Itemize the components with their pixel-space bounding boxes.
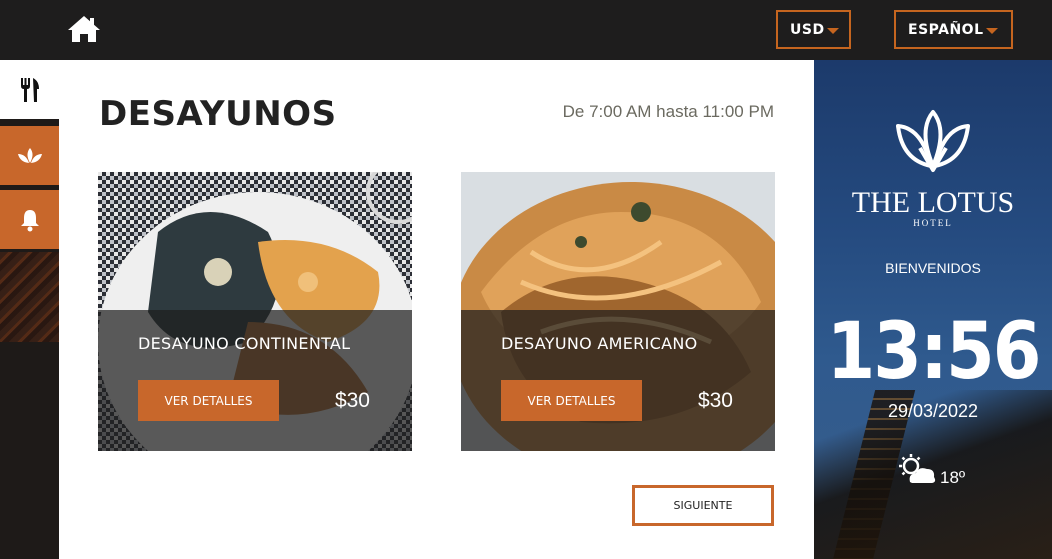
hotel-name: THE LOTUS — [851, 186, 1015, 219]
chevron-down-icon — [985, 28, 998, 34]
home-icon[interactable] — [66, 14, 102, 44]
sidebar — [0, 60, 59, 559]
main-panel: DESAYUNOS De 7:00 AM hasta 11:00 PM DESA… — [59, 60, 814, 559]
welcome-text: BIENVENIDOS — [885, 260, 981, 276]
clock-time: 13:56 — [826, 305, 1042, 397]
partly-sunny-icon — [899, 454, 936, 483]
schedule-text: De 7:00 AM hasta 11:00 PM — [562, 102, 774, 121]
card-title: DESAYUNO AMERICANO — [501, 334, 698, 353]
bell-icon — [20, 209, 39, 231]
page-title: DESAYUNOS — [99, 94, 337, 134]
currency-select[interactable]: USD — [776, 10, 851, 49]
sidebar-item-restaurant[interactable] — [0, 60, 59, 119]
top-bar: USD ESPAÑOL — [0, 0, 1052, 60]
card-price: $30 — [334, 389, 370, 412]
temperature: 18º — [940, 468, 966, 487]
sidebar-item-spa[interactable] — [0, 126, 59, 185]
next-button[interactable]: SIGUIENTE — [632, 485, 774, 526]
menu-card: DESAYUNO AMERICANO VER DETALLES $30 — [461, 172, 775, 451]
hotel-subtitle: HOTEL — [913, 218, 953, 228]
cutlery-icon — [20, 77, 39, 102]
menu-card: DESAYUNO CONTINENTAL VER DETALLES $30 — [98, 172, 412, 451]
currency-value: USD — [790, 21, 825, 38]
chevron-down-icon — [826, 28, 839, 34]
sidebar-item-service[interactable] — [0, 190, 59, 249]
view-details-button[interactable]: VER DETALLES — [501, 380, 642, 421]
card-title: DESAYUNO CONTINENTAL — [138, 334, 351, 353]
language-select[interactable]: ESPAÑOL — [894, 10, 1013, 49]
language-value: ESPAÑOL — [908, 21, 984, 38]
lotus-logo-icon — [896, 110, 970, 172]
view-details-button[interactable]: VER DETALLES — [138, 380, 279, 421]
card-price: $30 — [697, 389, 733, 412]
lotus-icon — [17, 147, 42, 163]
clock-date: 29/03/2022 — [887, 401, 979, 421]
decorative-pattern — [0, 252, 59, 342]
hotel-panel: THE LOTUS HOTEL BIENVENIDOS 13:56 29/03/… — [814, 60, 1052, 559]
